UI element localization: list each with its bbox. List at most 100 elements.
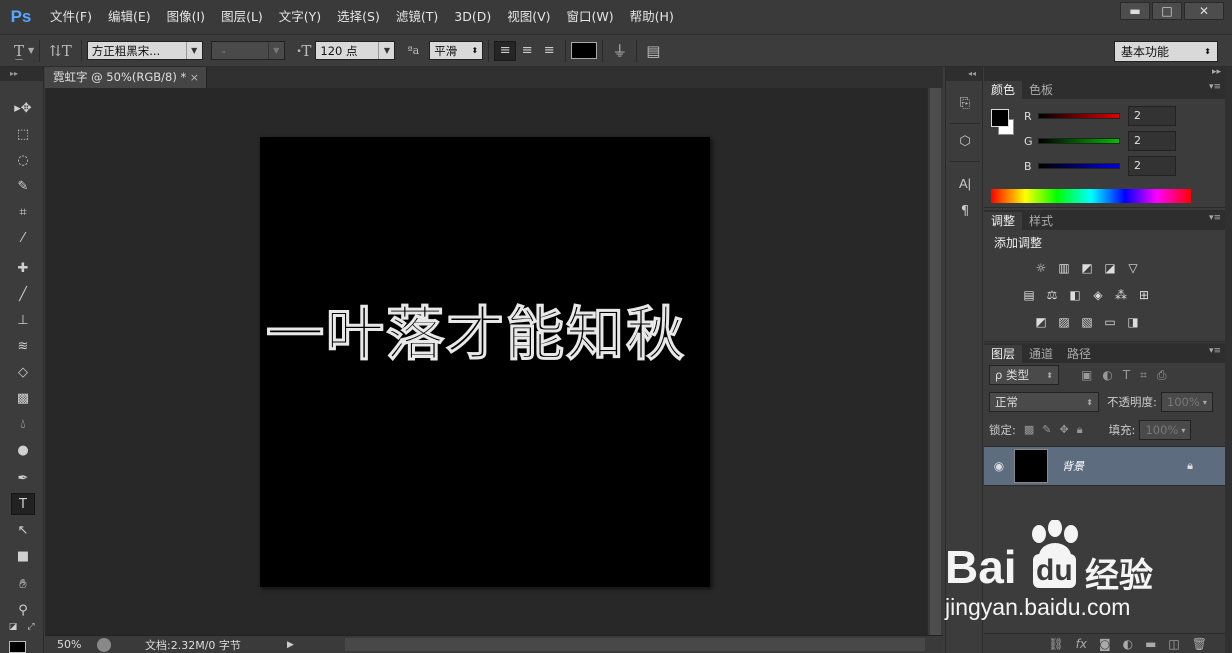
zoom-level[interactable]: 50% <box>45 638 97 651</box>
tab-swatches[interactable]: 色板 <box>1022 81 1060 99</box>
hand-tool-icon[interactable]: ✋︎ <box>11 573 35 595</box>
tab-channels[interactable]: 通道 <box>1022 345 1060 363</box>
visibility-eye-icon[interactable]: ◉ <box>984 459 1014 473</box>
new-adjustment-icon[interactable]: ◐ <box>1123 637 1133 651</box>
new-group-icon[interactable]: ▬ <box>1145 637 1156 651</box>
close-tab-icon[interactable]: × <box>190 67 199 88</box>
menu-type[interactable]: 文字(Y) <box>271 0 329 34</box>
blur-tool-icon[interactable]: 💧︎ <box>11 413 35 435</box>
link-layers-icon[interactable]: ⛓ <box>1048 637 1063 651</box>
font-style-select[interactable]: - ▼ <box>210 41 285 60</box>
selective-color-icon[interactable]: ◨ <box>1124 314 1142 330</box>
document-canvas[interactable]: 一叶落才能知秋 <box>260 137 710 587</box>
history-brush-tool-icon[interactable]: ≋ <box>11 335 35 357</box>
type-tool-icon[interactable]: T <box>11 493 35 515</box>
green-slider[interactable] <box>1038 138 1120 144</box>
paragraph-panel-icon[interactable]: ¶ <box>954 201 976 221</box>
3d-panel-icon[interactable]: ⬡ <box>954 131 976 151</box>
horizontal-scrollbar[interactable] <box>345 638 925 651</box>
layers-panel-menu-icon[interactable]: ▾≡ <box>1209 346 1221 356</box>
color-balance-icon[interactable]: ⚖ <box>1043 287 1061 303</box>
collapse-strip-icon[interactable]: ◂◂ <box>946 67 982 81</box>
menu-layer[interactable]: 图层(L) <box>213 0 271 34</box>
menu-edit[interactable]: 编辑(E) <box>100 0 159 34</box>
gradient-map-icon[interactable]: ▭ <box>1101 314 1119 330</box>
menu-help[interactable]: 帮助(H) <box>622 0 682 34</box>
threshold-icon[interactable]: ▧ <box>1078 314 1096 330</box>
warp-text-icon[interactable]: ⏚ <box>608 40 631 61</box>
character-panel-icon[interactable]: ▤ <box>642 42 664 60</box>
red-value-input[interactable]: 2 <box>1128 106 1176 126</box>
align-left-button[interactable]: ≡ <box>494 40 517 61</box>
menu-view[interactable]: 视图(V) <box>499 0 558 34</box>
menu-filter[interactable]: 滤镜(T) <box>388 0 446 34</box>
layer-filter-icons[interactable]: ▣◐T⌗⎙ <box>1081 368 1177 383</box>
history-panel-icon[interactable]: ⎘ <box>954 93 976 113</box>
font-size-select[interactable]: 120 点 ▼ <box>315 41 396 60</box>
status-info-icon[interactable] <box>97 637 111 652</box>
path-selection-tool-icon[interactable]: ↖ <box>11 519 35 541</box>
zoom-tool-icon[interactable]: ⚲ <box>11 599 35 621</box>
photo-filter-icon[interactable]: ◈ <box>1089 287 1107 303</box>
blue-slider[interactable] <box>1038 163 1120 169</box>
opacity-input[interactable]: 100% ▾ <box>1160 392 1213 412</box>
lock-icons[interactable]: ▩✎✥🔒︎ <box>1024 423 1091 437</box>
red-slider[interactable] <box>1038 113 1120 119</box>
rectangle-tool-icon[interactable]: ■ <box>11 545 35 567</box>
toggle-text-orientation-icon[interactable]: ⇅T <box>45 42 76 60</box>
foreground-color-chip[interactable] <box>991 109 1009 127</box>
vibrance-icon[interactable]: ▽ <box>1124 260 1142 276</box>
move-tool-icon[interactable]: ▸✥ <box>11 97 35 119</box>
color-spectrum-bar[interactable] <box>991 189 1191 203</box>
menu-3d[interactable]: 3D(D) <box>446 0 499 34</box>
tab-layers[interactable]: 图层 <box>984 345 1023 363</box>
pen-tool-icon[interactable]: ✒ <box>11 467 35 489</box>
eraser-tool-icon[interactable]: ◇ <box>11 361 35 383</box>
default-colors-icon[interactable]: ◪ <box>6 621 20 633</box>
align-center-button[interactable]: ≡ <box>516 41 538 61</box>
preset-dropdown-arrow-icon[interactable]: ▼ <box>28 46 34 55</box>
close-button[interactable]: ✕ <box>1184 2 1224 20</box>
marquee-tool-icon[interactable]: ⬚ <box>11 123 35 145</box>
tools-panel-collapse-icon[interactable]: ▸▸ <box>0 67 43 81</box>
levels-icon[interactable]: ▥ <box>1055 260 1073 276</box>
lasso-tool-icon[interactable]: ◌ <box>11 149 35 171</box>
font-family-select[interactable]: 方正粗黑宋... ▼ <box>86 41 203 60</box>
black-white-icon[interactable]: ◧ <box>1066 287 1084 303</box>
fill-input[interactable]: 100% ▾ <box>1139 420 1192 440</box>
layer-name[interactable]: 背景 <box>1062 458 1084 474</box>
blue-value-input[interactable]: 2 <box>1128 156 1176 176</box>
type-tool-preset-icon[interactable]: T̲ <box>10 42 28 60</box>
delete-layer-icon[interactable]: 🗑︎ <box>1192 637 1207 651</box>
swap-colors-icon[interactable]: ⤢ <box>24 621 38 633</box>
maximize-button[interactable]: □ <box>1152 2 1182 20</box>
dodge-tool-icon[interactable]: ● <box>11 439 35 461</box>
gradient-tool-icon[interactable]: ▩ <box>11 387 35 409</box>
layer-filter-select[interactable]: ρ 类型 ⬍ <box>989 365 1059 385</box>
panels-collapse-icon[interactable]: ▸▸ <box>1212 67 1221 77</box>
menu-file[interactable]: 文件(F) <box>42 0 100 34</box>
menu-image[interactable]: 图像(I) <box>159 0 213 34</box>
color-panel-menu-icon[interactable]: ▾≡ <box>1209 82 1221 92</box>
adjustments-panel-menu-icon[interactable]: ▾≡ <box>1209 213 1221 223</box>
text-color-swatch[interactable] <box>571 42 598 59</box>
layer-row-background[interactable]: ◉ 背景 🔒︎ <box>984 446 1225 486</box>
green-value-input[interactable]: 2 <box>1128 131 1176 151</box>
tab-paths[interactable]: 路径 <box>1060 345 1098 363</box>
tab-styles[interactable]: 样式 <box>1022 212 1060 230</box>
quick-select-tool-icon[interactable]: ✎ <box>11 175 35 197</box>
eyedropper-tool-icon[interactable]: ⁄ <box>11 227 35 249</box>
color-lookup-icon[interactable]: ⊞ <box>1135 287 1153 303</box>
minimize-button[interactable]: ▬ <box>1120 2 1150 20</box>
exposure-icon[interactable]: ◪ <box>1101 260 1119 276</box>
menu-select[interactable]: 选择(S) <box>329 0 388 34</box>
character-panel-icon[interactable]: A| <box>954 173 976 193</box>
tab-adjustments[interactable]: 调整 <box>984 212 1023 230</box>
add-mask-icon[interactable]: ◙ <box>1099 637 1111 651</box>
curves-icon[interactable]: ◩ <box>1078 260 1096 276</box>
invert-icon[interactable]: ◩ <box>1032 314 1050 330</box>
vertical-scrollbar[interactable] <box>927 88 943 635</box>
crop-tool-icon[interactable]: ⌗ <box>11 201 35 223</box>
healing-brush-tool-icon[interactable]: ✚ <box>11 257 35 279</box>
menu-window[interactable]: 窗口(W) <box>559 0 622 34</box>
